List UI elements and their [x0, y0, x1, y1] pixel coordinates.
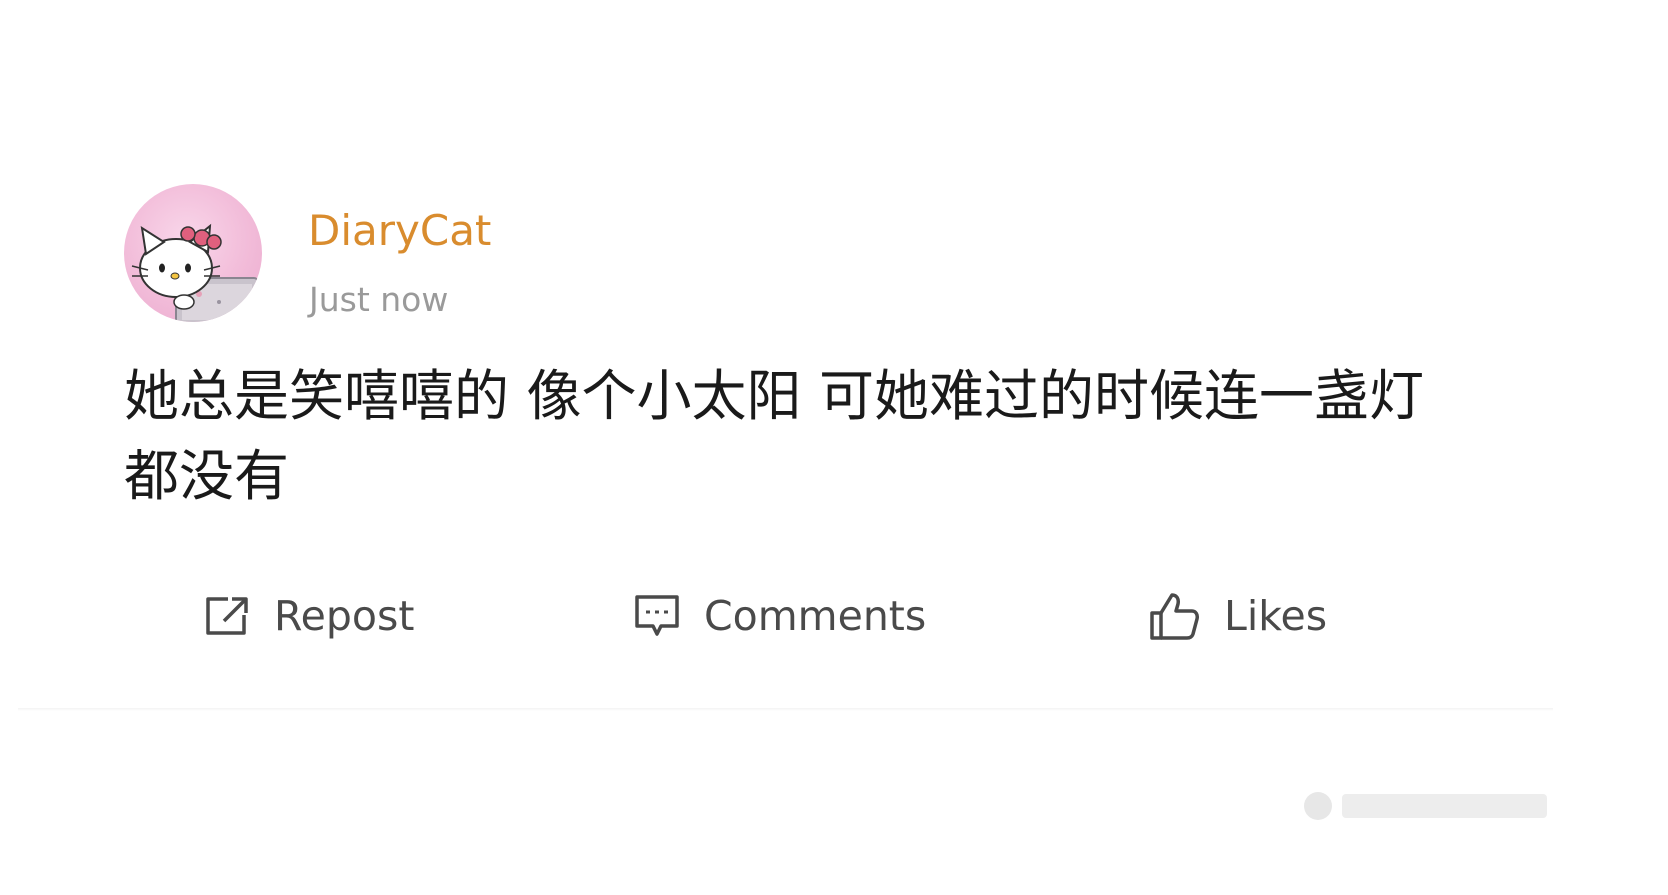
post-timestamp: Just now	[309, 280, 449, 319]
user-avatar[interactable]	[124, 184, 262, 322]
comments-button[interactable]: Comments	[634, 586, 926, 646]
username[interactable]: DiaryCat	[308, 203, 491, 259]
card-divider	[18, 708, 1553, 711]
thumbs-up-icon	[1150, 593, 1199, 640]
watermark-logo-icon	[1304, 792, 1547, 820]
repost-label: Repost	[274, 592, 415, 640]
post-card: DiaryCat Just now 她总是笑嘻嘻的 像个小太阳 可她难过的时候连…	[0, 0, 1668, 895]
repost-button[interactable]: Repost	[204, 586, 414, 646]
likes-button[interactable]: Likes	[1148, 586, 1327, 646]
likes-label: Likes	[1224, 592, 1328, 640]
repost-icon	[206, 597, 248, 635]
post-body-text: 她总是笑嘻嘻的 像个小太阳 可她难过的时候连一盏灯都没有	[124, 364, 1424, 508]
comment-icon	[635, 595, 679, 636]
hello-kitty-avatar-icon	[131, 223, 259, 322]
comments-label: Comments	[704, 592, 927, 640]
